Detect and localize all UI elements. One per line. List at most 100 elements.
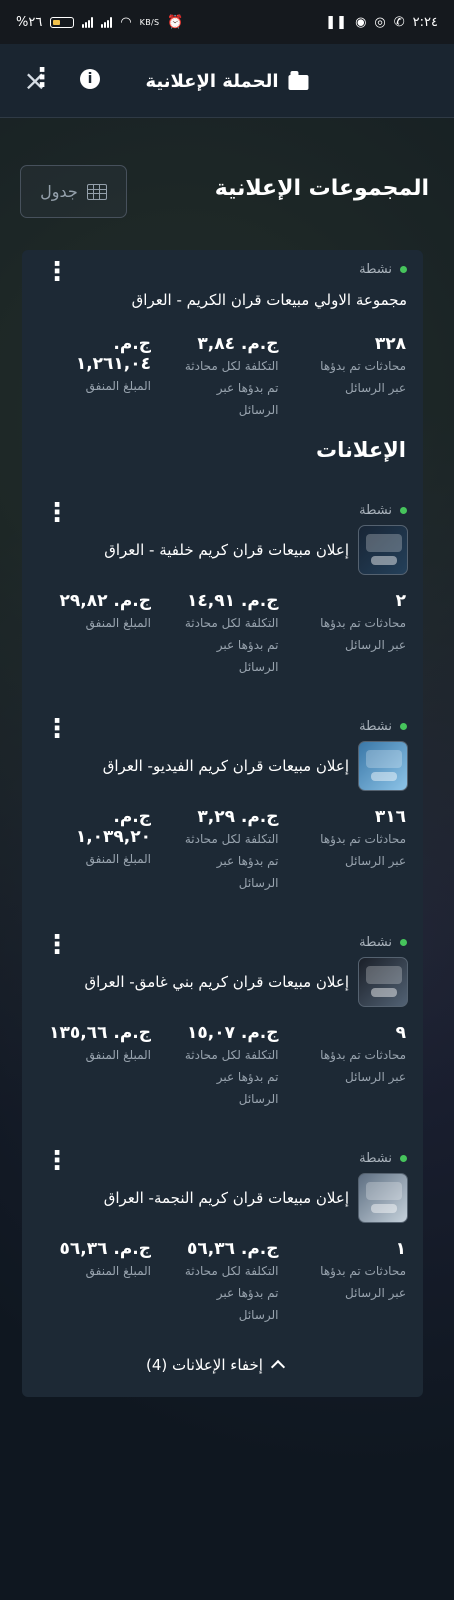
metric-conversations: ٩ محادثات تم بدؤها عبر الرسائل bbox=[294, 1023, 406, 1110]
metric-label: التكلفة لكل محادثة تم بدؤها عبر الرسائل bbox=[167, 355, 279, 421]
metric-value: ج.م. ٣,٨٤ bbox=[197, 334, 279, 354]
status-text: نشطة bbox=[359, 503, 392, 518]
metrics: ٣١٦ محادثات تم بدؤها عبر الرسائل ج.م. ٣,… bbox=[39, 807, 406, 894]
metric-cost-per-conversation: ج.م. ١٥,٠٧ التكلفة لكل محادثة تم بدؤها ع… bbox=[167, 1023, 279, 1110]
metric-amount-spent: ج.م. ١,٢٦١,٠٤ المبلغ المنفق bbox=[39, 334, 151, 421]
metric-label: المبلغ المنفق bbox=[39, 612, 151, 634]
metrics: ٣٢٨ محادثات تم بدؤها عبر الرسائل ج.م. ٣,… bbox=[39, 334, 406, 421]
whatsapp-icon: ◎ bbox=[374, 14, 386, 30]
status-badge: نشطة bbox=[359, 262, 407, 277]
ad-name: إعلان مبيعات قران كريم النجمة- العراق bbox=[103, 1189, 349, 1207]
metrics: ٢ محادثات تم بدؤها عبر الرسائل ج.م. ١٤,٩… bbox=[39, 591, 406, 678]
more-vert-icon[interactable] bbox=[44, 259, 70, 285]
status-text: نشطة bbox=[359, 935, 392, 950]
status-text: نشطة bbox=[359, 262, 392, 277]
metric-label: المبلغ المنفق bbox=[39, 848, 151, 870]
ad-card[interactable]: نشطة إعلان مبيعات قران كريم النجمة- العر… bbox=[22, 1148, 423, 1341]
ad-thumbnail bbox=[358, 525, 408, 575]
page-title-text: الحملة الإعلانية bbox=[145, 71, 279, 92]
metric-label-line: عبر الرسائل bbox=[345, 1286, 406, 1300]
metric-value: ج.م. ١,٢٦١,٠٤ bbox=[75, 334, 151, 374]
status-text: نشطة bbox=[359, 719, 392, 734]
metric-label-line: المبلغ المنفق bbox=[85, 1264, 151, 1278]
metric-label-line: التكلفة لكل محادثة bbox=[184, 359, 279, 373]
more-vert-icon[interactable] bbox=[29, 65, 55, 91]
metric-label: محادثات تم بدؤها عبر الرسائل bbox=[294, 1044, 406, 1088]
metric-conversations: ١ محادثات تم بدؤها عبر الرسائل bbox=[294, 1239, 406, 1326]
metric-value: ٢ bbox=[395, 591, 406, 611]
metrics: ٩ محادثات تم بدؤها عبر الرسائل ج.م. ١٥,٠… bbox=[39, 1023, 406, 1110]
metric-label-line: تم بدؤها عبر bbox=[216, 638, 279, 652]
metric-label-line: الرسائل bbox=[238, 1308, 279, 1322]
ads-panel: نشطة مجموعة الاولي مبيعات قران الكريم - … bbox=[22, 250, 423, 1397]
metric-value: ج.م. ١٣٥,٦٦ bbox=[49, 1023, 151, 1043]
metric-label: محادثات تم بدؤها عبر الرسائل bbox=[294, 612, 406, 656]
metric-amount-spent: ج.م. ١٣٥,٦٦ المبلغ المنفق bbox=[39, 1023, 151, 1110]
metric-label-line: التكلفة لكل محادثة bbox=[184, 1048, 279, 1062]
info-icon[interactable]: i bbox=[80, 69, 100, 89]
ad-group-card[interactable]: نشطة مجموعة الاولي مبيعات قران الكريم - … bbox=[22, 259, 423, 432]
active-dot-icon bbox=[400, 266, 407, 273]
ad-header: إعلان مبيعات قران كريم بني غامق- العراق bbox=[84, 957, 408, 1007]
more-vert-icon[interactable] bbox=[44, 1148, 70, 1174]
battery-percent: %٢٦ bbox=[16, 14, 43, 30]
metrics: ١ محادثات تم بدؤها عبر الرسائل ج.م. ٥٦,٣… bbox=[39, 1239, 406, 1326]
table-button-label: جدول bbox=[40, 182, 78, 201]
metric-label-line: محادثات تم بدؤها bbox=[320, 1048, 406, 1062]
metric-value: ج.م. ٢٩,٨٢ bbox=[59, 591, 151, 611]
metric-label-line: المبلغ المنفق bbox=[85, 616, 151, 630]
ad-thumbnail bbox=[358, 741, 408, 791]
metric-label: التكلفة لكل محادثة تم بدؤها عبر الرسائل bbox=[167, 612, 279, 678]
status-badge: نشطة bbox=[359, 1151, 407, 1166]
more-vert-icon[interactable] bbox=[44, 932, 70, 958]
metric-label-line: الرسائل bbox=[238, 660, 279, 674]
ad-card[interactable]: نشطة إعلان مبيعات قران كريم بني غامق- ال… bbox=[22, 932, 423, 1125]
ad-thumbnail bbox=[358, 1173, 408, 1223]
metric-conversations: ٣٢٨ محادثات تم بدؤها عبر الرسائل bbox=[294, 334, 406, 421]
messenger-icon: ◉ bbox=[355, 14, 367, 30]
page-title: الحملة الإعلانية bbox=[145, 71, 309, 92]
status-bar: %٢٦ ◠ KB/S ⏰ ❚❚ ◉ ◎ ✆ ٢:٢٤ bbox=[0, 0, 454, 44]
metric-label-line: محادثات تم بدؤها bbox=[320, 616, 406, 630]
metric-label: المبلغ المنفق bbox=[39, 1044, 151, 1066]
metric-cost-per-conversation: ج.م. ١٤,٩١ التكلفة لكل محادثة تم بدؤها ع… bbox=[167, 591, 279, 678]
metric-label: محادثات تم بدؤها عبر الرسائل bbox=[294, 828, 406, 872]
active-dot-icon bbox=[400, 939, 407, 946]
ad-group-name: مجموعة الاولي مبيعات قران الكريم - العرا… bbox=[131, 291, 407, 309]
metric-label-line: تم بدؤها عبر bbox=[216, 1286, 279, 1300]
metric-conversations: ٣١٦ محادثات تم بدؤها عبر الرسائل bbox=[294, 807, 406, 894]
folder-icon bbox=[288, 71, 309, 90]
ad-name: إعلان مبيعات قران كريم الفيديو- العراق bbox=[102, 757, 349, 775]
metric-label-line: عبر الرسائل bbox=[345, 1070, 406, 1084]
active-dot-icon bbox=[400, 723, 407, 730]
metric-label-line: محادثات تم بدؤها bbox=[320, 1264, 406, 1278]
status-text: نشطة bbox=[359, 1151, 392, 1166]
status-right: ❚❚ ◉ ◎ ✆ ٢:٢٤ bbox=[325, 15, 438, 30]
hide-ads-label: إخفاء الإعلانات (4) bbox=[146, 1356, 263, 1374]
more-vert-icon[interactable] bbox=[44, 716, 70, 742]
ad-thumbnail bbox=[358, 957, 408, 1007]
metric-value: ج.م. ١٤,٩١ bbox=[186, 591, 279, 611]
metric-label-line: التكلفة لكل محادثة bbox=[184, 1264, 279, 1278]
battery-icon bbox=[50, 16, 75, 28]
ad-header: إعلان مبيعات قران كريم النجمة- العراق bbox=[104, 1173, 408, 1223]
metric-label-line: محادثات تم بدؤها bbox=[320, 832, 406, 846]
status-badge: نشطة bbox=[359, 503, 407, 518]
clock-time: ٢:٢٤ bbox=[412, 14, 438, 30]
metric-label-line: عبر الرسائل bbox=[345, 854, 406, 868]
metric-label-line: التكلفة لكل محادثة bbox=[184, 616, 279, 630]
metric-value: ج.م. ٥٦,٣٦ bbox=[186, 1239, 279, 1259]
ad-card[interactable]: نشطة إعلان مبيعات قران كريم خلفية - العر… bbox=[22, 500, 423, 693]
metric-value: ١ bbox=[395, 1239, 406, 1259]
hide-ads-button[interactable]: إخفاء الإعلانات (4) bbox=[146, 1356, 286, 1375]
active-dot-icon bbox=[400, 1155, 407, 1162]
ad-header: إعلان مبيعات قران كريم الفيديو- العراق bbox=[103, 741, 408, 791]
metric-label: المبلغ المنفق bbox=[39, 375, 151, 397]
ad-card[interactable]: نشطة إعلان مبيعات قران كريم الفيديو- الع… bbox=[22, 716, 423, 909]
metric-value: ٣٢٨ bbox=[374, 334, 406, 354]
metric-label: التكلفة لكل محادثة تم بدؤها عبر الرسائل bbox=[167, 1260, 279, 1326]
table-button[interactable]: جدول bbox=[20, 165, 127, 218]
metric-label-line: المبلغ المنفق bbox=[85, 1048, 151, 1062]
more-vert-icon[interactable] bbox=[44, 500, 70, 526]
metric-conversations: ٢ محادثات تم بدؤها عبر الرسائل bbox=[294, 591, 406, 678]
